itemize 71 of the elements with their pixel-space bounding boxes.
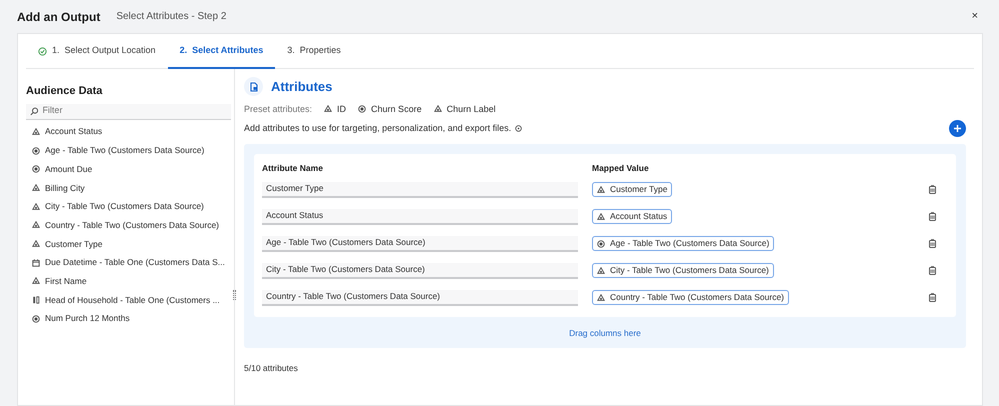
description-text: Add attributes to use for targeting, personalization, and export files. [244, 122, 512, 135]
list-item[interactable]: Country - Table Two (Customers Data Source) [32, 216, 234, 235]
mapped-value-chip[interactable]: City - Table Two (Customers Data Source) [592, 263, 774, 278]
list-item[interactable]: City - Table Two (Customers Data Source) [32, 197, 234, 216]
triangle-icon [597, 212, 605, 220]
preset-attribute[interactable]: Churn Label [434, 102, 496, 116]
circle-icon [32, 314, 40, 323]
tab[interactable]: 3. Properties [275, 34, 353, 68]
bar-icon [32, 296, 40, 304]
list-item[interactable]: Due Datetime - Table One (Customers Data S... [32, 253, 234, 272]
triangle-icon [32, 202, 40, 211]
triangle-icon [434, 105, 442, 114]
preset-attribute[interactable]: Churn Score [358, 102, 422, 116]
sidebar-title: Audience Data [26, 84, 104, 99]
triangle-icon [597, 266, 605, 274]
close-button[interactable]: × [972, 11, 978, 22]
search-icon [30, 106, 38, 116]
dialog-title: Add an Output [17, 8, 100, 26]
filter-input[interactable]: Filter [42, 104, 227, 118]
circle-icon [358, 105, 366, 114]
check-circle-icon [38, 46, 47, 56]
circle-icon [32, 146, 40, 155]
circle-icon [32, 165, 40, 174]
attribute-count: 5/10 attributes [244, 362, 299, 375]
list-item[interactable]: Amount Due [32, 160, 234, 179]
triangle-icon [32, 184, 40, 192]
delete-icon[interactable] [929, 212, 936, 221]
list-item[interactable]: Head of Household - Table One (Customers ... [32, 290, 234, 310]
circle-icon [597, 240, 605, 248]
list-item[interactable]: Billing City [32, 178, 234, 198]
mapped-value-chip[interactable]: Account Status [592, 209, 672, 224]
attribute-name-field[interactable]: Country - Table Two (Customers Data Source) [262, 290, 578, 306]
resize-handle-icon[interactable] [233, 290, 236, 300]
triangle-icon [32, 240, 40, 248]
drop-hint: Drag columns here [569, 328, 641, 338]
attribute-name-field[interactable]: City - Table Two (Customers Data Source) [262, 262, 578, 278]
attribute-name-field[interactable]: Customer Type [262, 182, 578, 198]
document-icon [244, 77, 263, 96]
tab[interactable]: 2. Select Attributes [168, 34, 276, 69]
mapped-value-chip[interactable]: Customer Type [592, 182, 672, 197]
attribute-name-field[interactable]: Age - Table Two (Customers Data Source) [262, 236, 578, 252]
triangle-icon [597, 186, 605, 194]
filter-field[interactable]: Filter [26, 104, 231, 120]
triangle-icon [32, 221, 40, 230]
step-label: Select Attributes - Step 2 [116, 10, 226, 24]
column-header: Mapped Value [592, 162, 649, 174]
delete-icon[interactable] [929, 185, 936, 194]
column-header: Attribute Name [262, 162, 324, 174]
add-button[interactable] [949, 120, 966, 137]
calendar-icon [32, 258, 40, 267]
delete-icon[interactable] [929, 293, 936, 302]
list-item[interactable]: Customer Type [32, 234, 234, 254]
help-icon[interactable] [515, 125, 522, 132]
triangle-icon [324, 105, 332, 114]
preset-label: Preset attributes: [244, 102, 312, 116]
delete-icon[interactable] [929, 239, 936, 248]
list-item[interactable]: Num Purch 12 Months [32, 309, 234, 328]
list-item[interactable]: Account Status [32, 122, 234, 142]
list-item[interactable]: First Name [32, 272, 234, 291]
section-title: Attributes [271, 78, 332, 96]
plus-icon [953, 124, 962, 133]
tab[interactable]: 1. Select Output Location [26, 34, 168, 68]
mapped-value-chip[interactable]: Country - Table Two (Customers Data Source) [592, 290, 790, 305]
mapped-value-chip[interactable]: Age - Table Two (Customers Data Source) [592, 236, 774, 251]
list-item[interactable]: Age - Table Two (Customers Data Source) [32, 141, 234, 160]
triangle-icon [32, 277, 40, 286]
delete-icon[interactable] [929, 266, 936, 275]
attribute-name-field[interactable]: Account Status [262, 208, 578, 224]
preset-attribute[interactable]: ID [324, 102, 346, 116]
triangle-icon [32, 128, 40, 136]
triangle-icon [597, 294, 605, 302]
